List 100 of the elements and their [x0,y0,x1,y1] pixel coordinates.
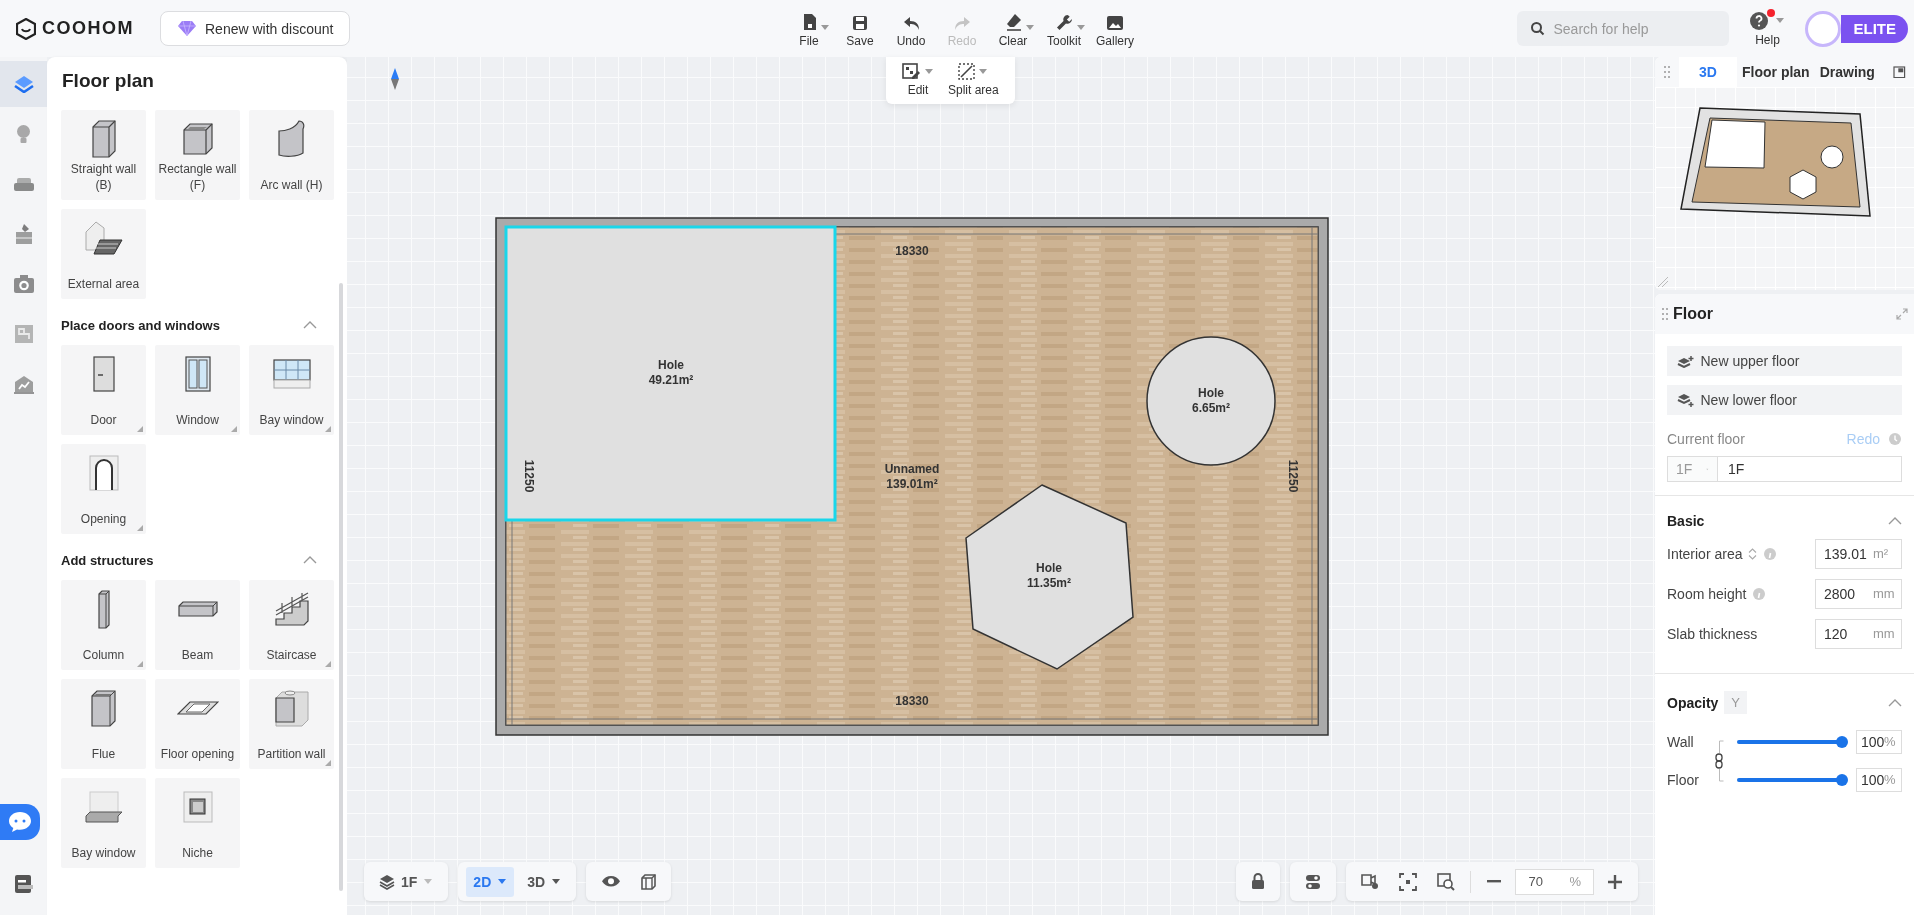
toolbar-button[interactable]: Undo [887,9,935,48]
chat-button[interactable] [0,804,40,840]
drag-handle-icon [1661,307,1669,321]
drag-handle-icon [1663,65,1671,79]
view-tab[interactable]: Drawing [1814,57,1880,87]
floor-name-field[interactable]: 1F [1717,456,1902,482]
save-icon [852,15,868,31]
hollow-box-icon [91,689,116,727]
library-item[interactable]: Niche [155,778,240,868]
section-title: Place doors and windows [61,317,220,333]
slider[interactable] [1737,736,1848,748]
help-button[interactable]: Help [1749,10,1786,47]
library-item[interactable]: Bay window [61,778,146,868]
toolbar-button[interactable]: Split area [948,63,999,97]
section-title: Opacity [1667,694,1719,711]
panel-title: Floor [1673,305,1713,323]
plus-icon [1607,873,1623,890]
staircase-icon [274,592,309,626]
library-item[interactable]: Door [61,345,146,435]
cube-icon [641,873,657,890]
floor-hole[interactable] [1146,336,1276,466]
library-item[interactable]: Staircase [249,580,334,670]
floor-action-button[interactable]: New lower floor [1667,385,1902,415]
dimension-label: 11250 [1286,459,1300,493]
eraser-icon [1005,13,1022,31]
edit-icon [902,63,921,80]
sidebar-tab[interactable] [0,61,47,107]
panel-icon [13,874,34,894]
eye-icon [601,875,622,888]
library-item[interactable]: Arc wall (H) [249,110,334,200]
curved-wall-icon [278,120,305,158]
camera-icon [12,274,35,294]
dimension-label: 18330 [895,694,929,708]
hole-name: Hole [658,358,684,372]
view-tab[interactable]: Floor plan [1737,57,1815,87]
view-mode-tab[interactable]: 3D [520,866,569,897]
toolbar-button[interactable]: Gallery [1091,9,1139,48]
floor-opening-icon [176,701,219,715]
library-item[interactable]: Partition wall [249,679,334,769]
renew-button[interactable]: Renew with discount [160,11,351,46]
column-icon [97,589,110,629]
logo-text: COOHOM [42,18,134,39]
scrollbar[interactable] [339,283,343,891]
library-item[interactable]: Opening [61,444,146,534]
layers-icon [379,873,395,890]
floor-plan-icon [13,324,34,344]
layout-icon [1893,65,1906,79]
hole-name: Hole [1198,386,1224,400]
link-bracket-icon [1715,740,1725,782]
light-bulb-icon [16,124,31,144]
house-icon [84,221,123,255]
diamond-icon [177,20,197,37]
window-icon [184,356,211,392]
library-item[interactable]: Column [61,580,146,670]
house-chart-icon [12,374,35,394]
field-label: Room height [1667,586,1747,602]
search-field[interactable]: Search for help [1517,11,1730,46]
floor-hole[interactable] [965,484,1134,670]
layers-icon [13,75,34,93]
library-item[interactable]: Window [155,345,240,435]
hole-area: 11.35m² [1027,576,1071,590]
toggle-icon [1305,873,1322,890]
toolbar-button[interactable]: Save [836,9,884,48]
dimension-label: 11250 [522,459,536,493]
wrench-icon [1056,14,1073,31]
zoom-search-icon [1437,872,1456,891]
library-item[interactable]: Beam [155,580,240,670]
camera-settings-icon [1361,873,1380,890]
section-title: Add structures [61,552,154,568]
view-tab[interactable]: 3D [1679,57,1737,87]
slider[interactable] [1737,774,1848,786]
library-item[interactable]: Straight wall (B) [61,110,146,200]
dimension-label: 18330 [895,244,929,258]
library-item[interactable]: Rectangle wall (F) [155,110,240,200]
library-item[interactable]: Flue [61,679,146,769]
field-label: Current floor [1667,431,1745,447]
field-label: Wall [1667,734,1695,750]
focus-icon [1399,872,1418,891]
library-item[interactable]: Bay window [249,345,334,435]
caret-icon [423,878,434,885]
library-item[interactable]: External area [61,209,146,299]
membership-badge[interactable]: ELITE [1841,14,1908,43]
toolbar-button[interactable]: File [785,9,833,48]
beam-icon [177,601,218,617]
resize-icon [1657,276,1669,288]
cube-icon [91,120,116,158]
library-item[interactable]: Floor opening [155,679,240,769]
logo-icon [16,17,36,40]
field-label: Interior area [1667,546,1743,562]
caret-icon [497,878,508,885]
room-name: Unnamed [884,462,940,476]
panel-title: Floor plan [61,69,155,93]
avatar[interactable] [1805,10,1842,47]
floor-selector[interactable]: 1F [372,866,441,897]
hole-area: 49.21m² [648,373,694,387]
toolbar-button[interactable]: Edit [902,63,934,97]
toolbar-button[interactable]: Clear [989,9,1037,48]
toolbar-button[interactable]: Toolkit [1040,9,1088,48]
floor-action-button[interactable]: New upper floor [1667,346,1902,376]
caret-icon [551,878,562,885]
